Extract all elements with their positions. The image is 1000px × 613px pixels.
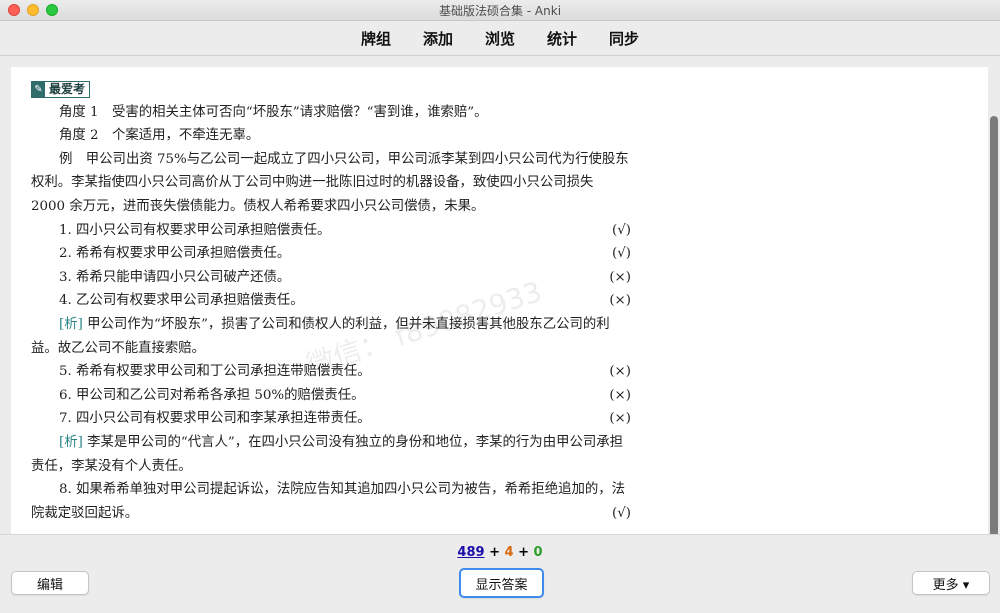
- main-toolbar: 牌组 添加 浏览 统计 同步: [0, 21, 1000, 56]
- maximize-window-button[interactable]: [46, 4, 58, 16]
- statement-row: 2. 希希有权要求甲公司承担赔偿责任。 (√): [31, 242, 631, 266]
- learning-count: 4: [504, 545, 514, 560]
- toolbar-add[interactable]: 添加: [423, 28, 453, 49]
- statement-row: 8. 如果希希单独对甲公司提起诉讼，法院应告知其追加四小只公司为被告，希希拒绝追…: [31, 478, 631, 525]
- vertical-scrollbar[interactable]: [990, 116, 998, 550]
- window-controls: [8, 4, 58, 16]
- section-tag: ✎ 最爱考: [31, 81, 91, 99]
- minimize-window-button[interactable]: [27, 4, 39, 16]
- toolbar-decks[interactable]: 牌组: [361, 28, 391, 49]
- edit-button[interactable]: 编辑: [11, 571, 89, 595]
- pencil-icon: ✎: [32, 82, 45, 98]
- statement-mark: (√): [612, 222, 631, 238]
- toolbar-browse[interactable]: 浏览: [485, 28, 515, 49]
- statement-text: 6. 甲公司和乙公司对希希各承担 50%的赔偿责任。: [59, 387, 365, 403]
- statement-text: 2. 希希有权要求甲公司承担赔偿责任。: [59, 246, 291, 262]
- analysis-label: [析]: [59, 316, 83, 332]
- window-title: 基础版法硕合集 - Anki: [438, 3, 562, 18]
- reviewer-area: ✎ 最爱考 角度 1 受害的相关主体可否向“坏股东”请求赔偿？“害到谁，谁索赔”…: [0, 56, 1000, 550]
- analysis-paragraph: [析] 李某是甲公司的“代言人”，在四小只公司没有独立的身份和地位，李某的行为由…: [31, 431, 631, 478]
- statement-text: 1. 四小只公司有权要求甲公司承担赔偿责任。: [59, 222, 331, 238]
- statement-mark: (×): [609, 364, 631, 380]
- statement-row: 6. 甲公司和乙公司对希希各承担 50%的赔偿责任。 (×): [31, 384, 631, 408]
- statement-row: 1. 四小只公司有权要求甲公司承担赔偿责任。 (√): [31, 219, 631, 243]
- statement-text: 8. 如果希希单独对甲公司提起诉讼，法院应告知其追加四小只公司为被告，希希拒绝追…: [31, 482, 626, 521]
- statement-mark: (√): [612, 505, 631, 521]
- statement-mark: (×): [609, 411, 631, 427]
- statement-row: 7. 四小只公司有权要求甲公司和李某承担连带责任。 (×): [31, 407, 631, 431]
- analysis-label: [析]: [59, 434, 83, 450]
- example-paragraph: 例 甲公司出资 75%与乙公司一起成立了四小只公司，甲公司派李某到四小只公司代为…: [31, 151, 629, 214]
- statement-row: 3. 希希只能申请四小只公司破产还债。 (×): [31, 266, 631, 290]
- show-answer-button[interactable]: 显示答案: [459, 568, 544, 598]
- statement-text: 4. 乙公司有权要求甲公司承担赔偿责任。: [59, 293, 304, 309]
- new-count[interactable]: 489: [457, 545, 484, 560]
- review-count: 0: [533, 545, 543, 560]
- count-separator: +: [518, 545, 529, 560]
- section-tag-label: 最爱考: [49, 82, 86, 96]
- statement-text: 3. 希希只能申请四小只公司破产还债。: [59, 269, 291, 285]
- statement-mark: (√): [612, 246, 631, 262]
- due-counts: 489 + 4 + 0: [0, 545, 1000, 560]
- count-separator: +: [489, 545, 500, 560]
- more-button[interactable]: 更多 ▾: [912, 571, 990, 595]
- bottom-bar: 489 + 4 + 0 编辑 显示答案 更多 ▾: [0, 534, 1000, 613]
- angle-line-1: 角度 1 受害的相关主体可否向“坏股东”请求赔偿？“害到谁，谁索赔”。: [59, 104, 488, 120]
- statement-mark: (×): [609, 293, 631, 309]
- toolbar-sync[interactable]: 同步: [609, 28, 639, 49]
- toolbar-stats[interactable]: 统计: [547, 28, 577, 49]
- close-window-button[interactable]: [8, 4, 20, 16]
- analysis-text: 李某是甲公司的“代言人”，在四小只公司没有独立的身份和地位，李某的行为由甲公司承…: [31, 434, 624, 474]
- statement-text: 7. 四小只公司有权要求甲公司和李某承担连带责任。: [59, 411, 371, 427]
- title-bar: 基础版法硕合集 - Anki: [0, 0, 1000, 21]
- statement-mark: (×): [609, 269, 631, 285]
- angle-line-2: 角度 2 个案适用，不牵连无辜。: [59, 128, 260, 144]
- statement-mark: (×): [609, 387, 631, 403]
- card-question: ✎ 最爱考 角度 1 受害的相关主体可否向“坏股东”请求赔偿？“害到谁，谁索赔”…: [11, 67, 988, 534]
